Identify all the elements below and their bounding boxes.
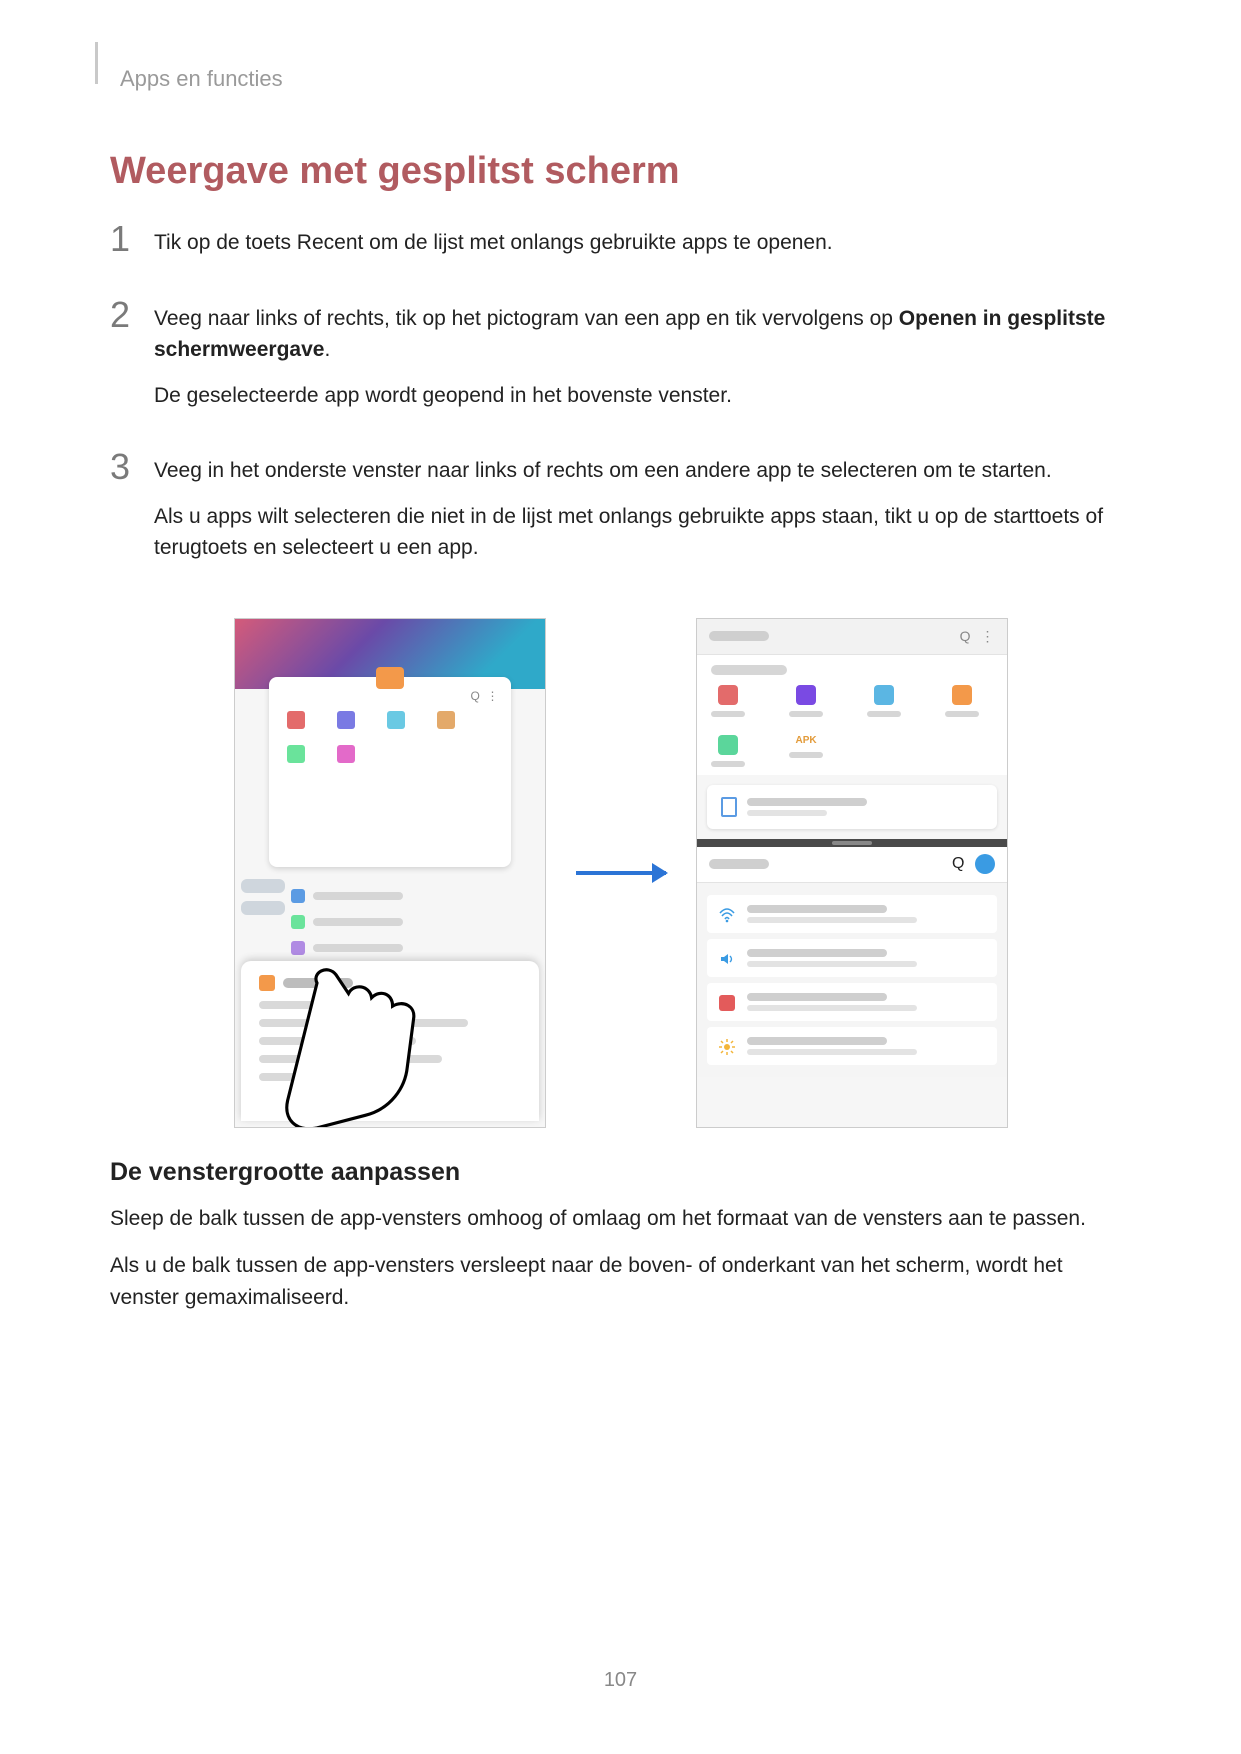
step-number: 1 — [110, 221, 154, 257]
step-2: 2 Veeg naar links of rechts, tik op het … — [110, 303, 1131, 426]
hand-pointer-icon — [275, 951, 485, 1128]
split-screen-divider — [697, 839, 1007, 847]
page-title: Weergave met gesplitst scherm — [110, 150, 1131, 193]
sound-icon — [719, 951, 735, 967]
brightness-icon — [719, 1039, 735, 1055]
step-text: Tik op de toets Recent om de lijst met o… — [154, 227, 1131, 259]
arrow-right-icon — [576, 871, 666, 875]
step-3: 3 Veeg in het onderste venster naar link… — [110, 455, 1131, 578]
step-text: Veeg in het onderste venster naar links … — [154, 455, 1131, 487]
step-number: 2 — [110, 297, 154, 333]
header-divider — [95, 42, 98, 84]
notification-icon — [719, 995, 735, 1011]
figure-row: Q ⋮ — [110, 618, 1131, 1128]
search-icon: Q — [960, 628, 971, 644]
breadcrumb: Apps en functies — [120, 66, 1131, 92]
step-subtext: De geselecteerde app wordt geopend in he… — [154, 380, 1131, 412]
figure-phone-left: Q ⋮ — [234, 618, 546, 1128]
wifi-icon — [719, 907, 735, 923]
section-heading: De venstergrootte aanpassen — [110, 1158, 1131, 1187]
page-number: 107 — [0, 1669, 1241, 1692]
figure-phone-right: Q ⋮ APK Q — [696, 618, 1008, 1128]
step-subtext: Als u apps wilt selecteren die niet in d… — [154, 501, 1131, 564]
step-1: 1 Tik op de toets Recent om de lijst met… — [110, 227, 1131, 273]
body-paragraph: Als u de balk tussen de app-vensters ver… — [110, 1250, 1131, 1313]
apk-label: APK — [796, 735, 816, 746]
step-text: Veeg naar links of rechts, tik op het pi… — [154, 303, 1131, 366]
avatar-icon — [975, 854, 995, 874]
more-icon: ⋮ — [981, 628, 995, 645]
page-content: Apps en functies Weergave met gesplitst … — [0, 0, 1241, 1313]
steps-list: 1 Tik op de toets Recent om de lijst met… — [110, 227, 1131, 578]
search-icon: Q — [952, 855, 964, 873]
body-paragraph: Sleep de balk tussen de app-vensters omh… — [110, 1203, 1131, 1235]
step-number: 3 — [110, 449, 154, 485]
